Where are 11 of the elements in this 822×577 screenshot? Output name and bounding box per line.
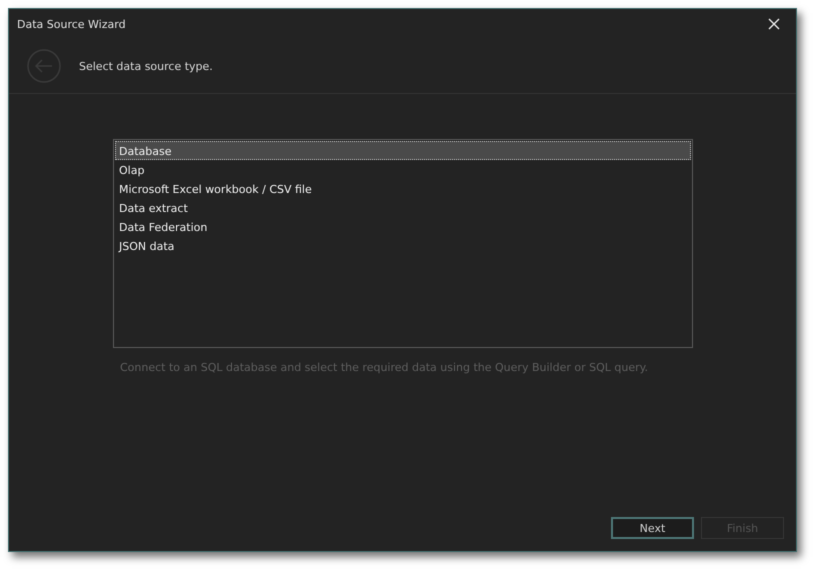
source-description: Connect to an SQL database and select the required data using the Query Builder or SQL query.	[120, 361, 650, 374]
window-title: Data Source Wizard	[17, 18, 126, 30]
list-item[interactable]: Data extract	[115, 198, 691, 217]
list-item[interactable]: Data Federation	[115, 217, 691, 236]
close-icon[interactable]	[768, 18, 780, 30]
list-item[interactable]: Database	[115, 141, 691, 160]
list-item[interactable]: Microsoft Excel workbook / CSV file	[115, 179, 691, 198]
next-button[interactable]: Next	[611, 517, 694, 539]
list-item[interactable]: JSON data	[115, 236, 691, 255]
list-item[interactable]: Olap	[115, 160, 691, 179]
step-prompt: Select data source type.	[79, 60, 213, 72]
